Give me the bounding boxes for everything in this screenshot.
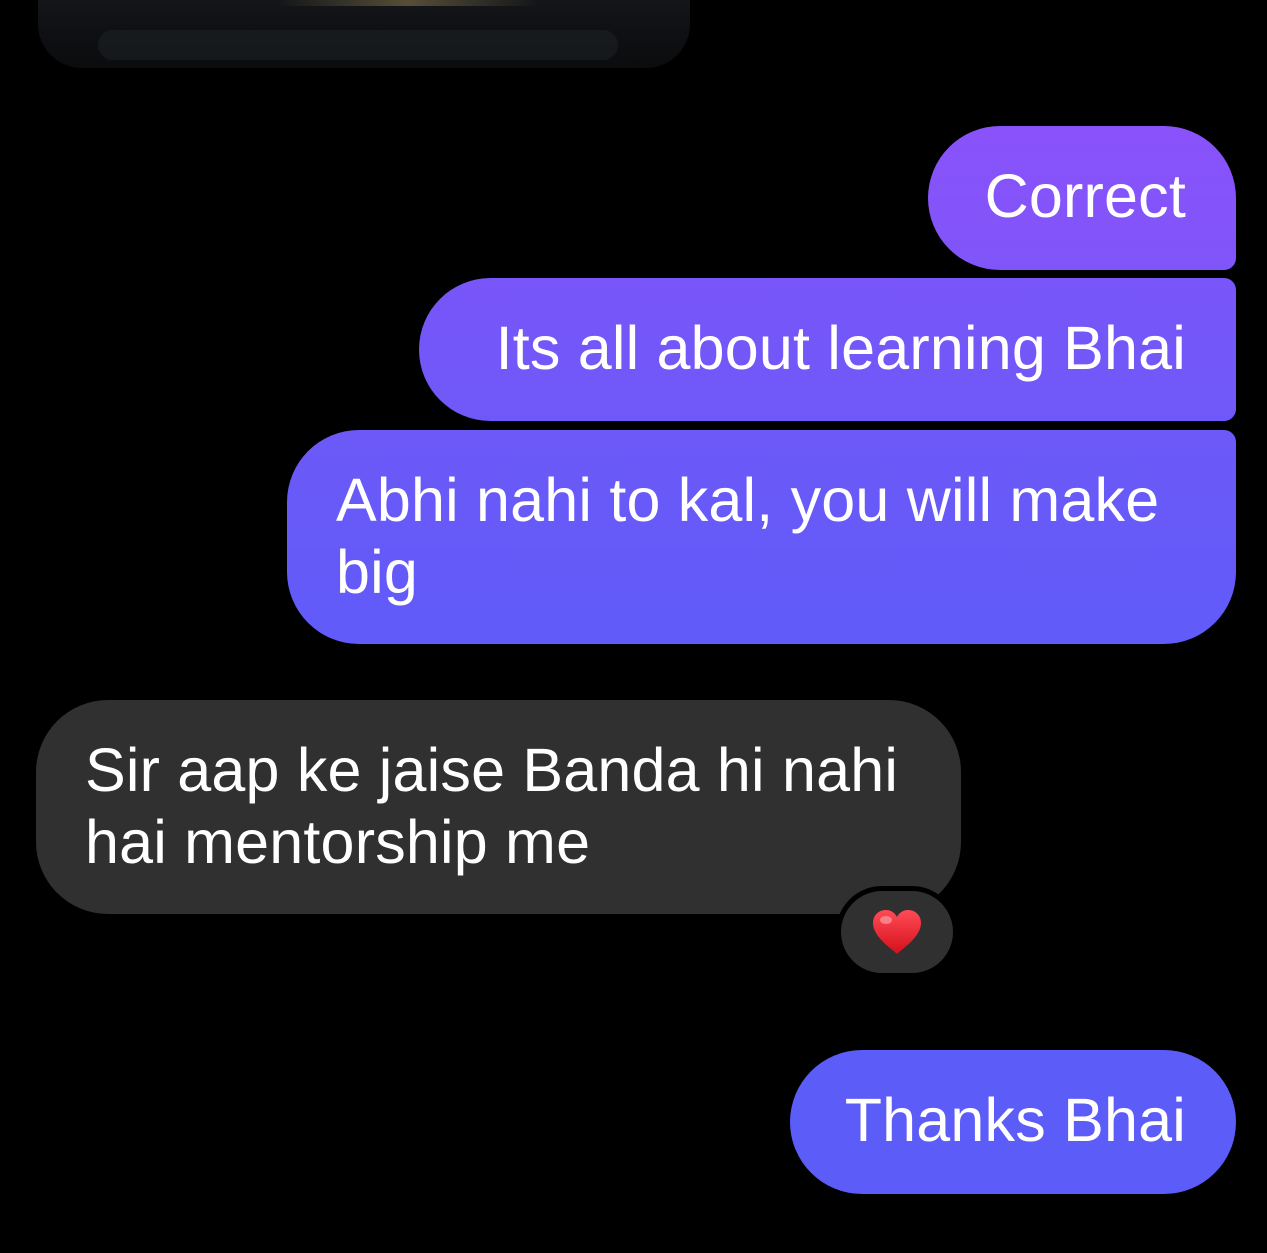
message-bubble-sent[interactable]: Thanks Bhai	[790, 1050, 1236, 1194]
message-bubble-sent[interactable]: Correct	[928, 126, 1236, 270]
message-bubble-sent[interactable]: Its all about learning Bhai	[419, 278, 1236, 421]
message-text: Correct	[984, 162, 1186, 230]
thumbnail-shade	[98, 30, 618, 60]
shared-media-thumbnail[interactable]	[38, 0, 690, 68]
message-text: Thanks Bhai	[844, 1086, 1186, 1154]
message-text: Abhi nahi to kal, you will make big	[336, 466, 1160, 606]
message-bubble-received[interactable]: Sir aap ke jaise Banda hi nahi hai mento…	[36, 700, 961, 914]
heart-icon	[873, 910, 921, 954]
thumbnail-highlight	[278, 0, 538, 6]
message-text: Its all about learning Bhai	[495, 314, 1186, 382]
message-reaction[interactable]	[836, 886, 958, 978]
message-bubble-sent[interactable]: Abhi nahi to kal, you will make big	[287, 430, 1236, 644]
message-text: Sir aap ke jaise Banda hi nahi hai mento…	[85, 736, 899, 876]
